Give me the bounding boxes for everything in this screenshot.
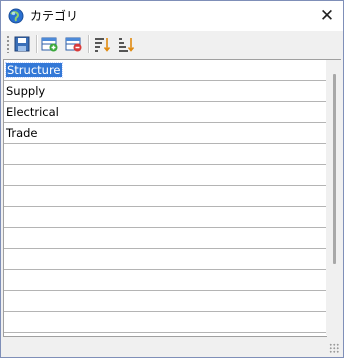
list-row[interactable]: Electrical xyxy=(4,102,327,123)
toolbar-separator xyxy=(36,35,38,53)
list-row[interactable] xyxy=(4,228,327,249)
list-row[interactable]: Trade xyxy=(4,123,327,144)
list-row[interactable] xyxy=(4,312,327,333)
scrollbar-thumb[interactable] xyxy=(333,74,336,264)
category-list[interactable]: Structure Supply Electrical Trade xyxy=(3,59,327,337)
list-row[interactable] xyxy=(4,186,327,207)
toolbar xyxy=(1,31,343,57)
list-row[interactable] xyxy=(4,144,327,165)
resize-grip-icon[interactable] xyxy=(329,343,340,354)
list-row[interactable] xyxy=(4,249,327,270)
add-row-icon[interactable] xyxy=(41,35,59,53)
sort-ascending-icon[interactable] xyxy=(93,35,111,53)
list-row[interactable] xyxy=(4,207,327,228)
list-row[interactable]: Structure xyxy=(4,60,327,81)
title-bar: カテゴリ ✕ xyxy=(1,1,343,31)
list-row[interactable]: Supply xyxy=(4,81,327,102)
status-bar xyxy=(1,337,343,357)
list-item-label: Supply xyxy=(6,84,46,98)
list-item-label: Structure xyxy=(5,62,63,78)
toolbar-grip[interactable] xyxy=(7,35,9,53)
sort-descending-icon[interactable] xyxy=(117,35,135,53)
delete-row-icon[interactable] xyxy=(65,35,83,53)
list-item-label: Trade xyxy=(6,126,38,140)
close-icon: ✕ xyxy=(319,5,335,26)
vertical-scrollbar[interactable] xyxy=(326,59,341,335)
save-icon[interactable] xyxy=(13,35,31,53)
globe-icon xyxy=(8,8,24,24)
list-row[interactable] xyxy=(4,291,327,312)
list-row[interactable] xyxy=(4,165,327,186)
window-title: カテゴリ xyxy=(30,9,79,23)
toolbar-separator xyxy=(88,35,90,53)
close-button[interactable]: ✕ xyxy=(317,6,337,26)
list-item-label: Electrical xyxy=(6,105,59,119)
list-row[interactable] xyxy=(4,270,327,291)
category-window: カテゴリ ✕ Structure Supply Electrical Trade xyxy=(0,0,344,358)
